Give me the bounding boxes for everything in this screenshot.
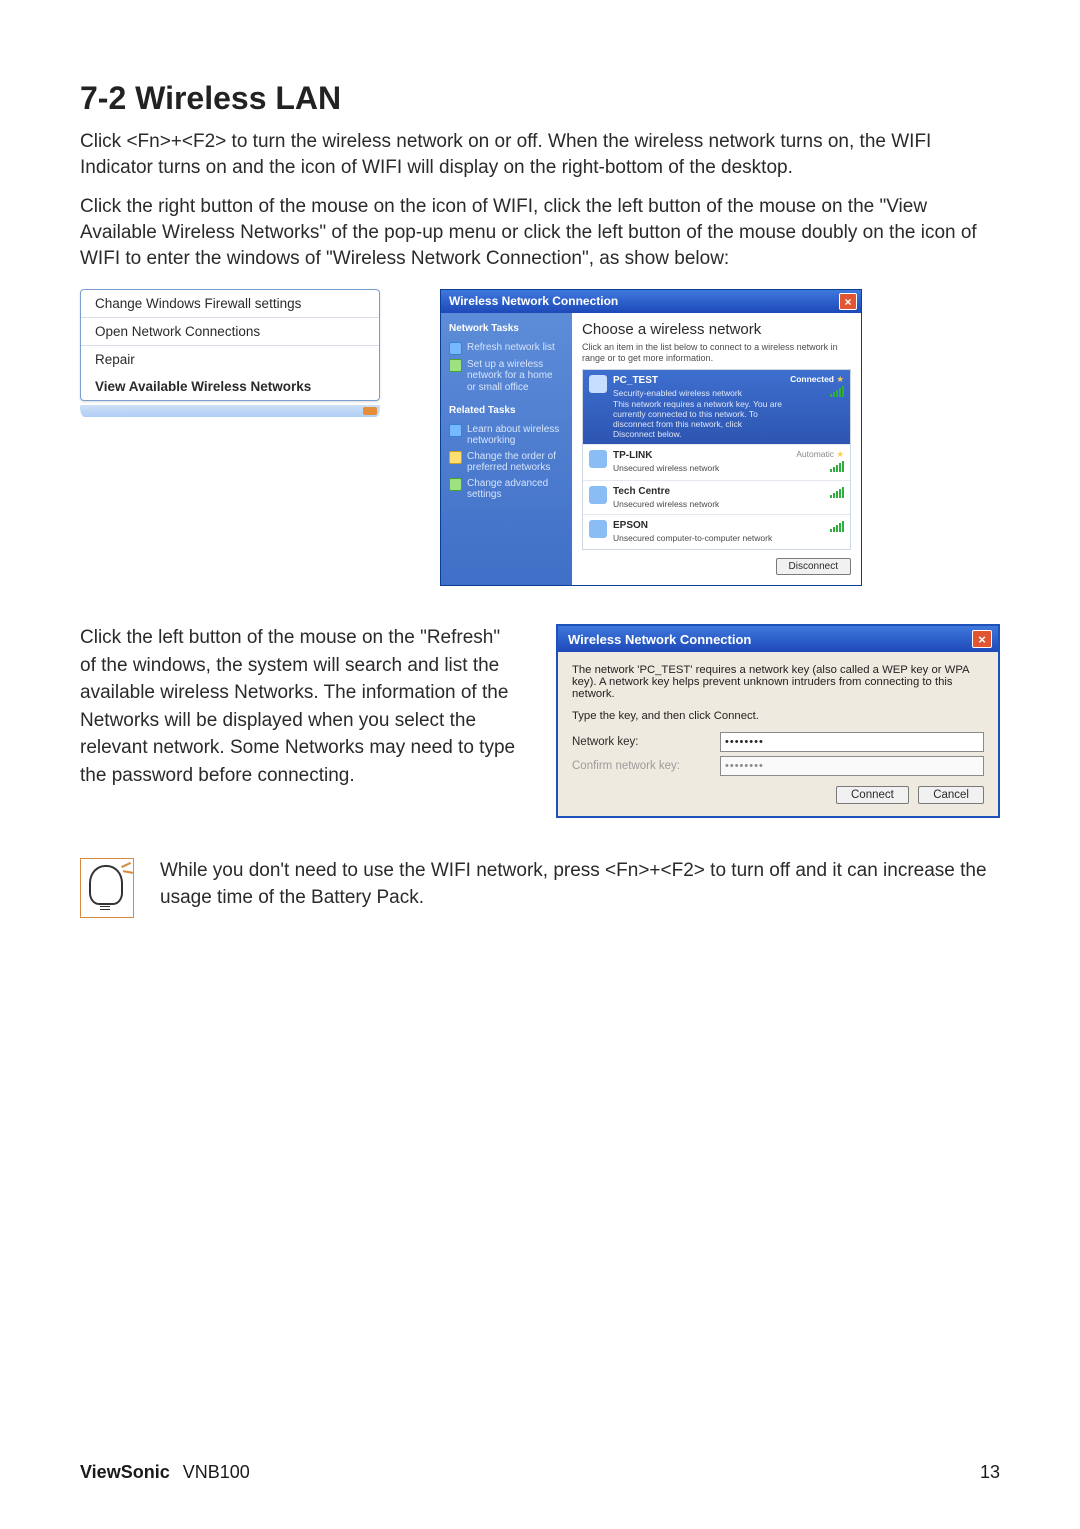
- gear-icon: [449, 478, 462, 491]
- paragraph-3-column: Click the left button of the mouse on th…: [80, 624, 516, 818]
- dialog-instruction: Type the key, and then click Connect.: [572, 710, 984, 722]
- signal-bars-icon: [830, 488, 844, 498]
- network-name: PC_TEST: [613, 375, 784, 387]
- wifi-icon: [589, 520, 607, 538]
- taskbar-fragment: [80, 405, 380, 417]
- sidebar-heading: Related Tasks: [449, 405, 564, 417]
- context-menu-item[interactable]: Repair: [81, 346, 379, 373]
- network-name: TP-LINK: [613, 450, 790, 462]
- paragraph-1: Click <Fn>+<F2> to turn the wireless net…: [80, 129, 1000, 180]
- setup-icon: [449, 359, 462, 372]
- network-status: Connected: [790, 374, 834, 384]
- window-title: Wireless Network Connection: [449, 295, 618, 309]
- network-desc: Unsecured computer-to-computer network: [613, 534, 824, 544]
- figure-context-menu: Change Windows Firewall settings Open Ne…: [80, 289, 380, 417]
- footer-model: VNB100: [183, 1462, 250, 1482]
- cancel-button[interactable]: Cancel: [918, 786, 984, 804]
- chooser-heading: Choose a wireless network: [582, 321, 851, 338]
- wifi-icon: [589, 375, 607, 393]
- signal-bars-icon: [830, 522, 844, 532]
- context-menu-item[interactable]: Open Network Connections: [81, 318, 379, 345]
- page-footer: ViewSonic VNB100 13: [80, 1462, 1000, 1483]
- network-list: PC_TEST Security-enabled wireless networ…: [582, 369, 851, 549]
- document-page: 7-2 Wireless LAN Click <Fn>+<F2> to turn…: [0, 0, 1080, 1529]
- section-heading: 7-2 Wireless LAN: [80, 80, 1000, 117]
- close-icon[interactable]: ×: [839, 293, 857, 310]
- refresh-icon: [449, 342, 462, 355]
- figure-row-1: Change Windows Firewall settings Open Ne…: [80, 289, 1000, 586]
- sidebar-heading: Network Tasks: [449, 323, 564, 335]
- network-status: Automatic: [796, 449, 834, 459]
- signal-bars-icon: [830, 462, 844, 472]
- dialog-message: The network 'PC_TEST' requires a network…: [572, 664, 984, 700]
- wifi-icon: [589, 450, 607, 468]
- network-name: Tech Centre: [613, 486, 824, 498]
- star-icon: [449, 451, 462, 464]
- disconnect-button[interactable]: Disconnect: [776, 558, 851, 576]
- sidebar-link-learn[interactable]: Learn about wireless networking: [449, 422, 564, 449]
- paragraph-2: Click the right button of the mouse on t…: [80, 194, 1000, 271]
- footer-brand: ViewSonic: [80, 1462, 170, 1482]
- confirm-key-input[interactable]: ••••••••: [720, 756, 984, 776]
- network-key-label: Network key:: [572, 736, 702, 748]
- context-menu-item-view-networks[interactable]: View Available Wireless Networks: [81, 373, 379, 400]
- sidebar-link-advanced[interactable]: Change advanced settings: [449, 476, 564, 503]
- network-item[interactable]: TP-LINK Unsecured wireless network Autom…: [583, 445, 850, 481]
- network-desc: Security-enabled wireless network: [613, 389, 784, 399]
- figure-network-key-dialog: Wireless Network Connection × The networ…: [556, 624, 1000, 818]
- info-icon: [449, 424, 462, 437]
- chooser-main: Choose a wireless network Click an item …: [572, 313, 861, 585]
- lightbulb-tip-icon: [80, 858, 134, 918]
- network-desc: Unsecured wireless network: [613, 464, 790, 474]
- dialog-titlebar: Wireless Network Connection ×: [558, 626, 998, 652]
- tip-text: While you don't need to use the WIFI net…: [160, 858, 1000, 918]
- page-number: 13: [980, 1462, 1000, 1483]
- window-titlebar: Wireless Network Connection ×: [441, 290, 861, 313]
- favorite-star-icon: ★: [836, 449, 844, 459]
- context-menu-item[interactable]: Change Windows Firewall settings: [81, 290, 379, 317]
- wifi-icon: [589, 486, 607, 504]
- sidebar-link-setup[interactable]: Set up a wireless network for a home or …: [449, 357, 564, 396]
- dialog-title: Wireless Network Connection: [568, 632, 751, 647]
- chooser-sidebar: Network Tasks Refresh network list Set u…: [441, 313, 572, 585]
- signal-bars-icon: [830, 387, 844, 397]
- chooser-instruction: Click an item in the list below to conne…: [582, 342, 851, 363]
- tip-block: While you don't need to use the WIFI net…: [80, 858, 1000, 918]
- figure-row-2: Click the left button of the mouse on th…: [80, 624, 1000, 818]
- network-key-input[interactable]: ••••••••: [720, 732, 984, 752]
- network-item[interactable]: Tech Centre Unsecured wireless network: [583, 481, 850, 515]
- sidebar-link-refresh[interactable]: Refresh network list: [449, 340, 564, 357]
- wifi-context-menu: Change Windows Firewall settings Open Ne…: [80, 289, 380, 401]
- paragraph-3: Click the left button of the mouse on th…: [80, 624, 516, 789]
- connect-button[interactable]: Connect: [836, 786, 909, 804]
- network-name: EPSON: [613, 520, 824, 532]
- sidebar-link-order[interactable]: Change the order of preferred networks: [449, 449, 564, 476]
- close-icon[interactable]: ×: [972, 630, 992, 648]
- network-desc: Unsecured wireless network: [613, 500, 824, 510]
- favorite-star-icon: ★: [836, 374, 844, 384]
- network-item-selected[interactable]: PC_TEST Security-enabled wireless networ…: [583, 370, 850, 445]
- confirm-key-label: Confirm network key:: [572, 760, 702, 772]
- network-item[interactable]: EPSON Unsecured computer-to-computer net…: [583, 515, 850, 548]
- footer-left: ViewSonic VNB100: [80, 1462, 250, 1483]
- network-note: This network requires a network key. You…: [613, 400, 784, 439]
- figure-wireless-chooser: Wireless Network Connection × Network Ta…: [440, 289, 862, 586]
